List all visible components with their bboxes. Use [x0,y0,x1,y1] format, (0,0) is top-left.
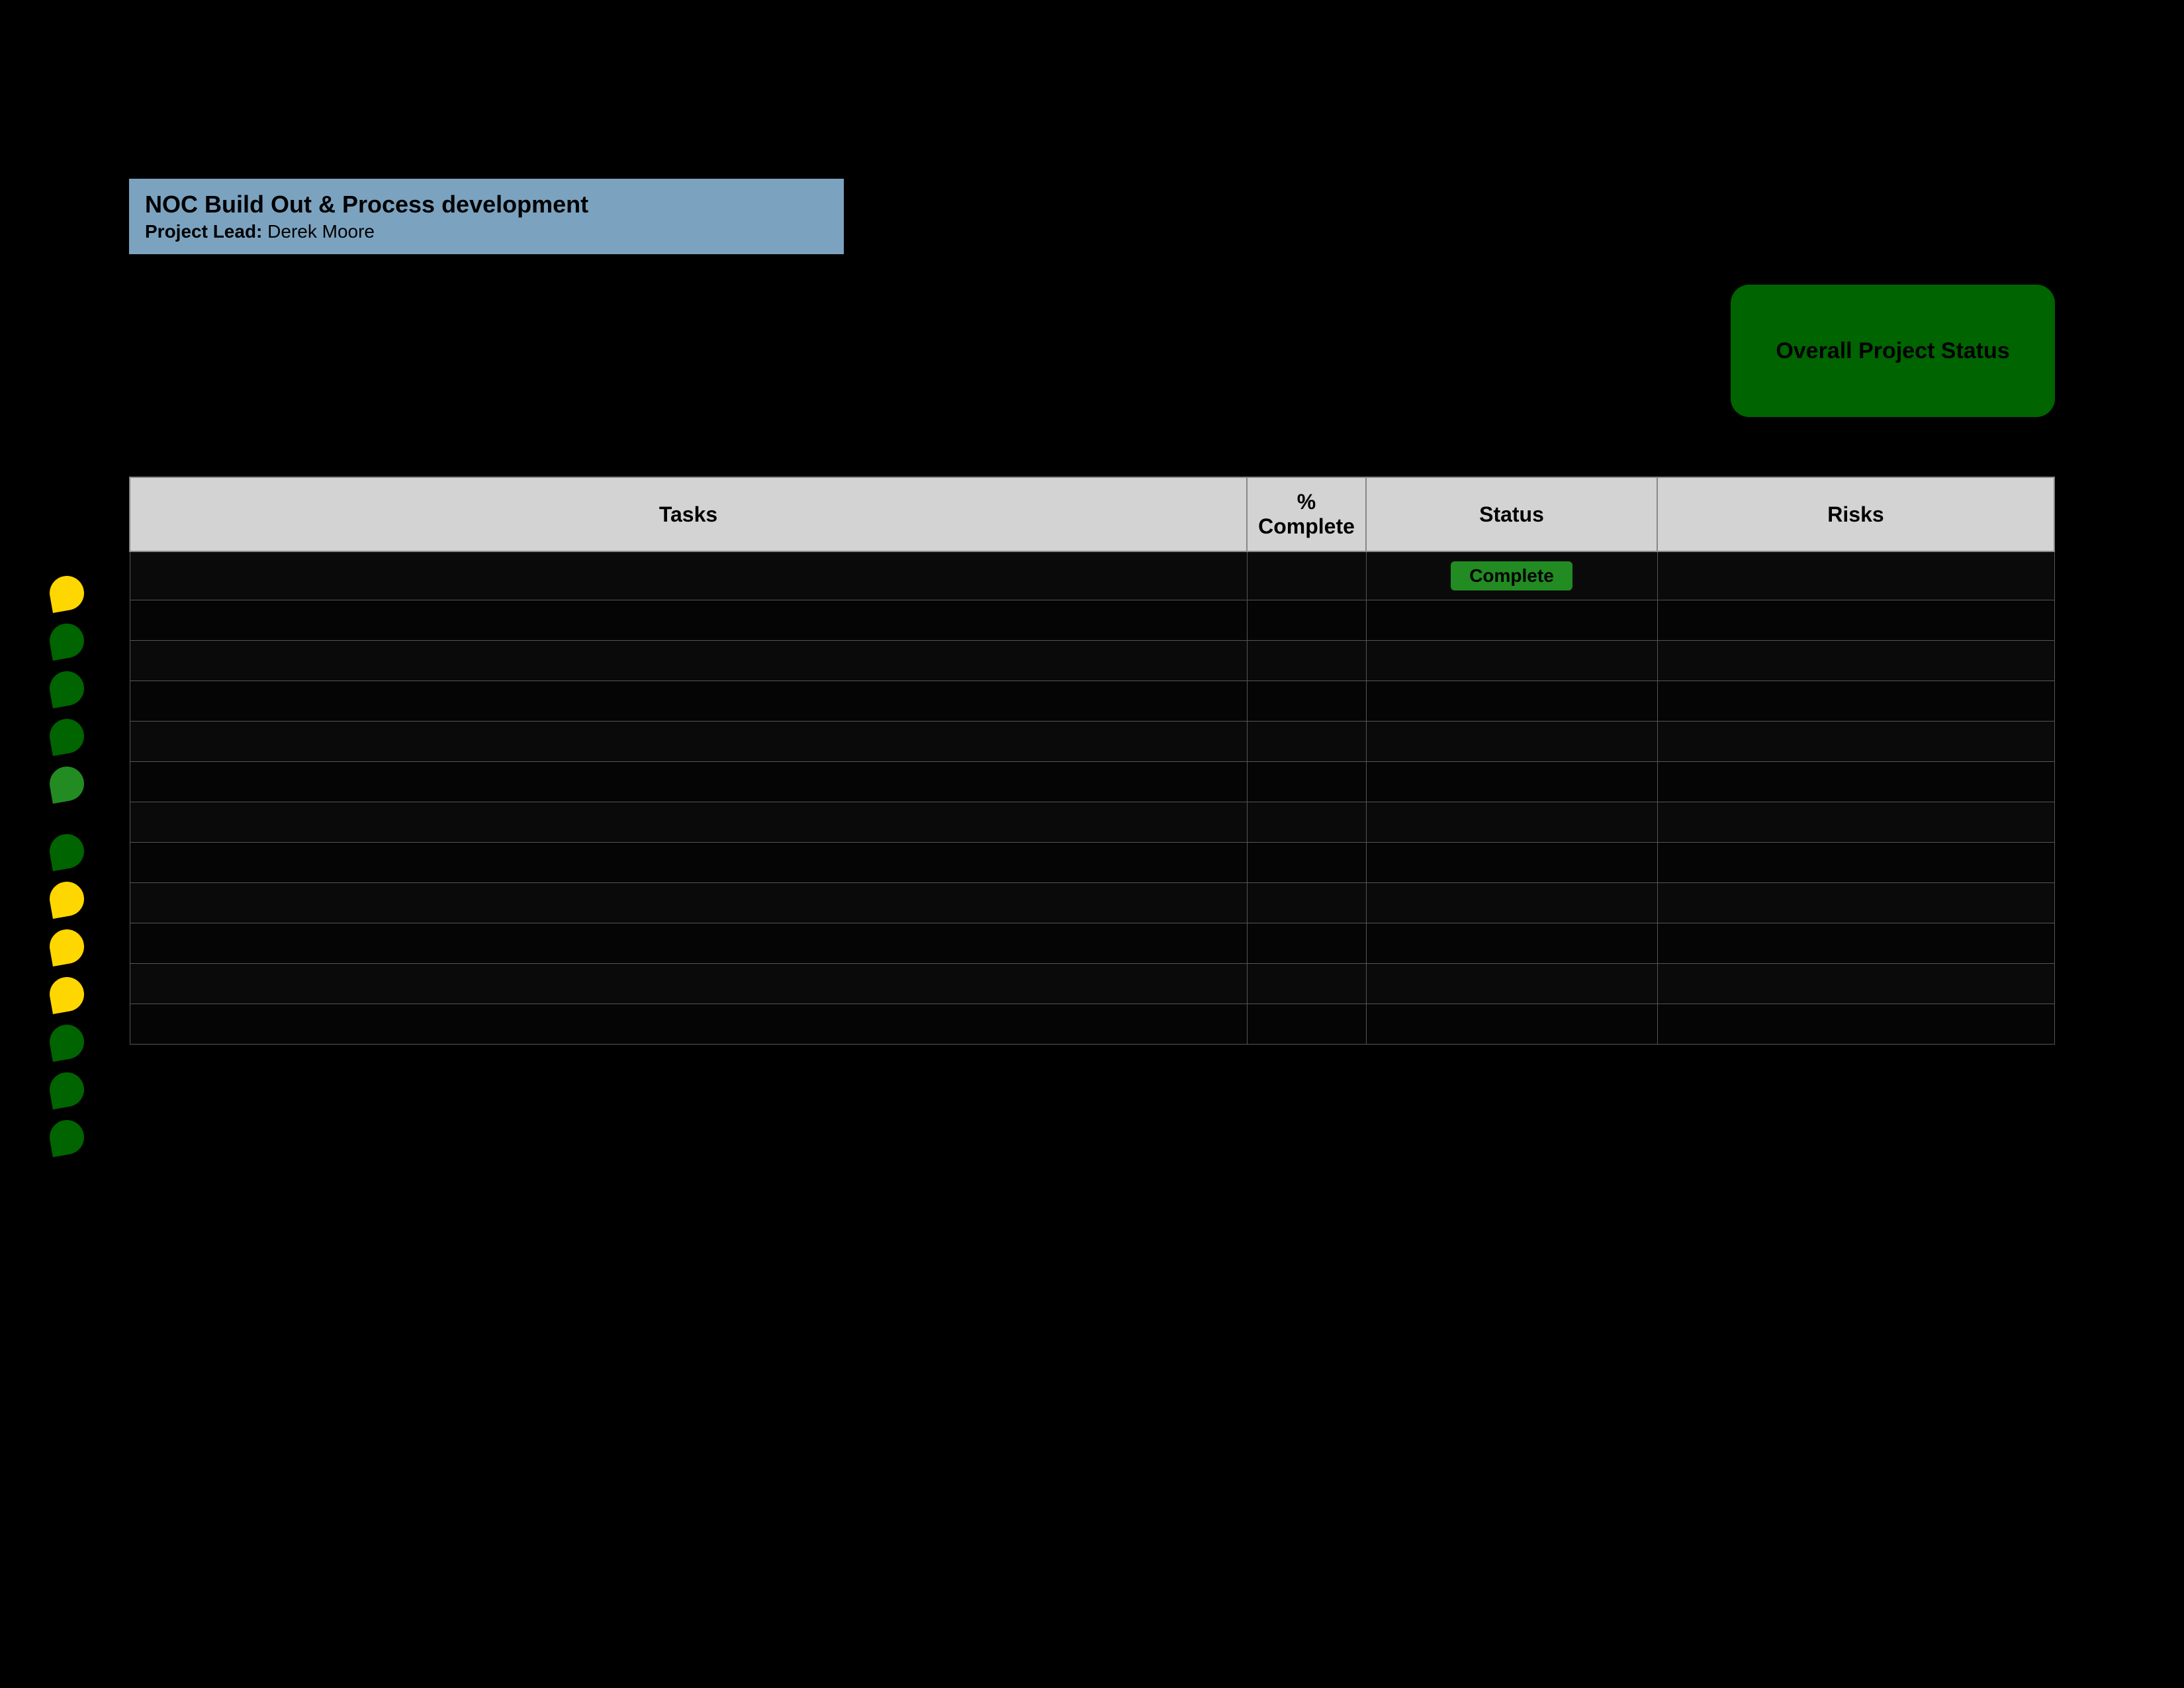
status-badge-complete: Complete [1451,561,1572,590]
status-cell-4 [1366,681,1657,722]
task-cell-4 [130,681,1247,722]
bullet-indicator-9 [47,974,87,1014]
task-cell-10 [130,923,1247,964]
risks-cell-3 [1657,641,2054,681]
table-row [130,722,2054,762]
table-row [130,843,2054,883]
col-header-risks: Risks [1657,477,2054,551]
complete-cell-10 [1247,923,1366,964]
table-row [130,802,2054,843]
table-row [130,600,2054,641]
risks-cell-10 [1657,923,2054,964]
bullet-indicator-11 [47,1070,87,1109]
complete-cell-4 [1247,681,1366,722]
col-header-tasks: Tasks [130,477,1247,551]
table-row [130,641,2054,681]
status-cell-3 [1366,641,1657,681]
task-cell-5 [130,722,1247,762]
project-title: NOC Build Out & Process development [145,191,828,218]
project-lead: Project Lead: Derek Moore [145,221,828,242]
status-cell-10 [1366,923,1657,964]
complete-cell-7 [1247,802,1366,843]
project-header: NOC Build Out & Process development Proj… [129,179,844,254]
table-row [130,681,2054,722]
risks-cell-5 [1657,722,2054,762]
table-row: Complete [130,551,2054,600]
project-lead-label: Project Lead: [145,221,262,242]
task-cell-8 [130,843,1247,883]
overall-status-text: Overall Project Status [1769,332,2016,371]
risks-cell-4 [1657,681,2054,722]
table-row [130,964,2054,1004]
table-row [130,762,2054,802]
risks-cell-6 [1657,762,2054,802]
col-header-status: Status [1366,477,1657,551]
status-cell-6 [1366,762,1657,802]
complete-cell-3 [1247,641,1366,681]
complete-cell-9 [1247,883,1366,923]
task-cell-1 [130,551,1247,600]
status-cell-2 [1366,600,1657,641]
risks-cell-11 [1657,964,2054,1004]
task-cell-12 [130,1004,1247,1045]
table-header-row: Tasks % Complete Status Risks [130,477,2054,551]
complete-cell-11 [1247,964,1366,1004]
bullet-indicator-8 [47,927,87,966]
status-cell-12 [1366,1004,1657,1045]
status-cell-7 [1366,802,1657,843]
status-cell-1: Complete [1366,551,1657,600]
col-header-complete: % Complete [1247,477,1366,551]
risks-cell-8 [1657,843,2054,883]
status-cell-8 [1366,843,1657,883]
table-row [130,1004,2054,1045]
complete-cell-12 [1247,1004,1366,1045]
bullet-indicator-12 [47,1117,87,1157]
status-cell-9 [1366,883,1657,923]
complete-cell-6 [1247,762,1366,802]
complete-cell-5 [1247,722,1366,762]
overall-status-box: Overall Project Status [1731,285,2055,417]
task-cell-6 [130,762,1247,802]
bullet-indicator-7 [47,879,87,919]
bullet-indicator-4 [47,716,87,756]
bullet-indicator-6 [47,831,87,871]
task-cell-3 [130,641,1247,681]
status-cell-5 [1366,722,1657,762]
bullets-column [50,576,84,1168]
table-row [130,923,2054,964]
risks-cell-1 [1657,551,2054,600]
task-cell-7 [130,802,1247,843]
risks-cell-2 [1657,600,2054,641]
table-row [130,883,2054,923]
risks-cell-9 [1657,883,2054,923]
task-cell-9 [130,883,1247,923]
task-cell-2 [130,600,1247,641]
bullet-indicator-2 [47,621,87,661]
bullet-indicator-3 [47,669,87,708]
complete-cell-1 [1247,551,1366,600]
bullet-indicator-5 [47,764,87,804]
project-lead-name: Derek Moore [267,221,375,242]
complete-cell-8 [1247,843,1366,883]
risks-cell-12 [1657,1004,2054,1045]
tasks-table: Tasks % Complete Status Risks Complete [129,477,2055,1045]
task-cell-11 [130,964,1247,1004]
bullet-indicator-1 [47,573,87,613]
status-cell-11 [1366,964,1657,1004]
complete-cell-2 [1247,600,1366,641]
main-table-container: Tasks % Complete Status Risks Complete [129,477,2055,1045]
bullet-indicator-10 [47,1022,87,1062]
risks-cell-7 [1657,802,2054,843]
